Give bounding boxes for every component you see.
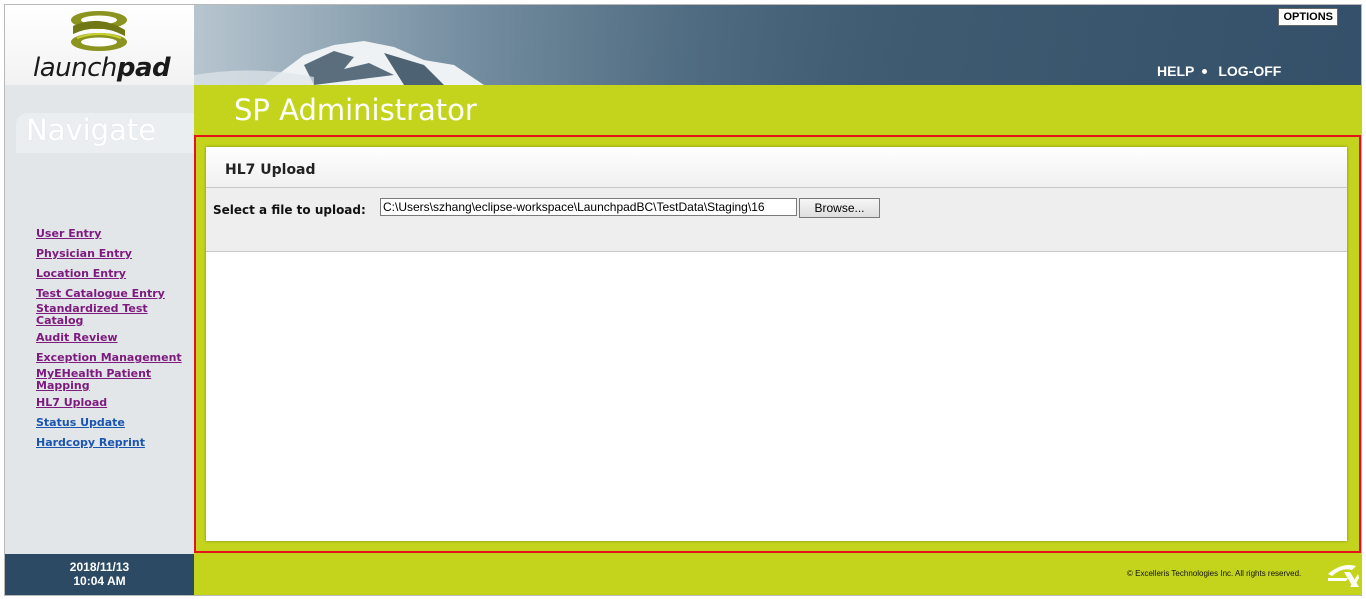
sidebar-nav: User Entry Physician Entry Location Entr… [36, 228, 186, 457]
sidebar-item-myehealth-patient-mapping[interactable]: MyEHealth Patient Mapping [36, 368, 186, 392]
sidebar-item-location-entry[interactable]: Location Entry [36, 268, 186, 280]
date-text: 2018/11/13 [69, 560, 130, 574]
sidebar-item-physician-entry[interactable]: Physician Entry [36, 248, 186, 260]
logo: launchpad [5, 5, 194, 85]
file-path-input[interactable]: C:\Users\szhang\eclipse-workspace\Launch… [380, 198, 797, 216]
sidebar-item-standardized-test-catalog[interactable]: Standardized Test Catalog [36, 303, 186, 327]
header-links: HELP LOG-OFF [1157, 63, 1281, 79]
navigate-heading: Navigate [26, 113, 157, 147]
sidebar-item-hl7-upload[interactable]: HL7 Upload [36, 397, 186, 409]
help-link[interactable]: HELP [1157, 63, 1194, 79]
file-label: Select a file to upload: [213, 203, 366, 217]
excelleris-logo-icon [1328, 565, 1359, 587]
upload-panel: HL7 Upload Select a file to upload: C:\U… [206, 147, 1347, 541]
sidebar-item-test-catalogue-entry[interactable]: Test Catalogue Entry [36, 288, 186, 300]
page-title: SP Administrator [234, 93, 477, 127]
header-banner: OPTIONS HELP LOG-OFF [194, 5, 1361, 85]
datetime-box: 2018/11/13 10:04 AM [5, 554, 194, 595]
sidebar-item-audit-review[interactable]: Audit Review [36, 332, 186, 344]
logo-text: launchpad [33, 53, 171, 83]
title-bar: SP Administrator [194, 85, 1361, 135]
launchpad-logo-icon [71, 11, 127, 51]
panel-title: HL7 Upload [225, 162, 316, 178]
browse-button[interactable]: Browse... [799, 198, 880, 218]
separator-dot-icon [1202, 68, 1208, 74]
sidebar-item-exception-management[interactable]: Exception Management [36, 352, 186, 364]
sidebar-item-status-update[interactable]: Status Update [36, 417, 186, 429]
options-button[interactable]: OPTIONS [1278, 8, 1338, 26]
time-text: 10:04 AM [73, 574, 126, 588]
panel-header: HL7 Upload [206, 147, 1347, 187]
copyright-text: © Excelleris Technologies Inc. All right… [1127, 569, 1302, 578]
sidebar-item-user-entry[interactable]: User Entry [36, 228, 186, 240]
sidebar-item-hardcopy-reprint[interactable]: Hardcopy Reprint [36, 437, 186, 449]
upload-row: Select a file to upload: C:\Users\szhang… [206, 187, 1347, 252]
logoff-link[interactable]: LOG-OFF [1218, 63, 1281, 79]
